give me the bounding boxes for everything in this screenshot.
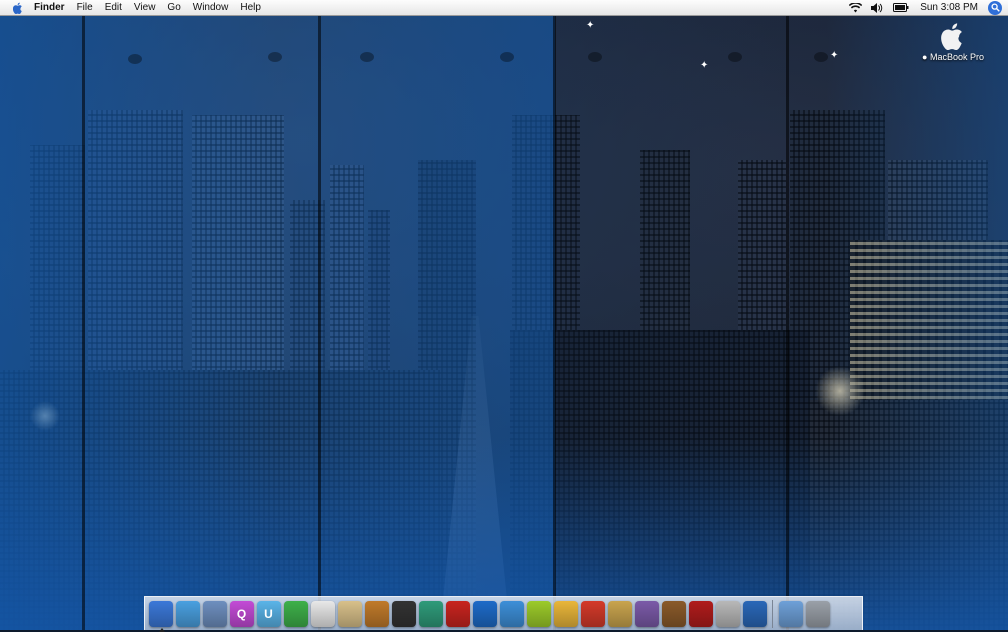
mouse-icon[interactable] — [310, 600, 335, 627]
dvd-studio-icon[interactable] — [688, 600, 713, 627]
wood-knot — [268, 52, 282, 62]
wood-plank-seam — [82, 16, 85, 630]
wood-plank-seam — [786, 16, 789, 630]
menu-window[interactable]: Window — [187, 0, 235, 15]
battery-icon[interactable] — [892, 0, 910, 15]
sparkle-icon: ✦ — [830, 50, 839, 61]
wood-knot — [128, 54, 142, 64]
dvd-player-icon[interactable] — [472, 600, 497, 627]
sparkle-icon: ✦ — [586, 20, 595, 31]
window-preview-icon[interactable] — [778, 600, 803, 627]
hard-drive-name: MacBook Pro — [929, 52, 984, 62]
safari-icon[interactable] — [175, 600, 200, 627]
mail-stamp-icon[interactable] — [202, 600, 227, 627]
feather-pen-icon[interactable] — [418, 600, 443, 627]
apple-menu-icon[interactable] — [8, 0, 28, 15]
green-gear-icon[interactable] — [526, 600, 551, 627]
trash-icon[interactable] — [805, 600, 830, 627]
film-strip-icon[interactable] — [634, 600, 659, 627]
photo-browser-icon[interactable] — [364, 600, 389, 627]
spotlight-icon[interactable] — [988, 0, 1002, 15]
menu-file[interactable]: File — [71, 0, 99, 15]
desktop-wallpaper: ✦ ✦ ✦ ● MacBook Pro — [0, 16, 1008, 630]
notepad-icon[interactable] — [607, 600, 632, 627]
horse-icon[interactable] — [661, 600, 686, 627]
sparkle-icon: ✦ — [700, 60, 709, 71]
red-shoe-icon[interactable] — [445, 600, 470, 627]
finder-icon[interactable] — [148, 600, 173, 632]
quicksilver-q-glyph: Q — [236, 606, 247, 621]
menu-bar: Finder File Edit View Go Window Help Sun… — [0, 0, 1008, 16]
globe-icon[interactable] — [742, 600, 767, 627]
apple-small-icon: ● — [922, 52, 928, 62]
apple-logo-icon — [939, 22, 967, 50]
dock-docs — [777, 600, 831, 627]
menu-clock[interactable]: Sun 3:08 PM — [914, 2, 984, 13]
mailbox-icon[interactable] — [553, 600, 578, 627]
quicksilver-q-icon[interactable]: Q — [229, 600, 254, 627]
apple-tv-icon[interactable] — [715, 600, 740, 627]
itunes-icon[interactable] — [499, 600, 524, 627]
textedit-icon[interactable] — [337, 600, 362, 627]
wood-knot — [500, 52, 514, 62]
hard-drive-label: ● MacBook Pro — [918, 52, 988, 62]
wood-plank-seam — [553, 16, 556, 630]
app-menu-finder[interactable]: Finder — [28, 0, 71, 15]
wifi-icon[interactable] — [848, 0, 862, 15]
dock: QU — [144, 596, 863, 632]
green-script-icon[interactable] — [283, 600, 308, 627]
menu-view[interactable]: View — [128, 0, 162, 15]
dock-separator — [772, 599, 773, 628]
wood-knot — [588, 52, 602, 62]
wood-knot — [728, 52, 742, 62]
wood-knot — [814, 52, 828, 62]
camera-lens-icon[interactable] — [391, 600, 416, 627]
menu-go[interactable]: Go — [161, 0, 186, 15]
menu-help[interactable]: Help — [234, 0, 267, 15]
u-app-glyph: U — [264, 606, 273, 621]
wood-knot — [360, 52, 374, 62]
wood-plank-seam — [318, 16, 321, 630]
u-app-icon[interactable]: U — [256, 600, 281, 627]
desktop-hard-drive[interactable]: ● MacBook Pro — [918, 22, 988, 62]
popcorn-icon[interactable] — [580, 600, 605, 627]
dock-apps: QU — [147, 600, 768, 632]
volume-icon[interactable] — [870, 0, 884, 15]
menu-edit[interactable]: Edit — [99, 0, 128, 15]
